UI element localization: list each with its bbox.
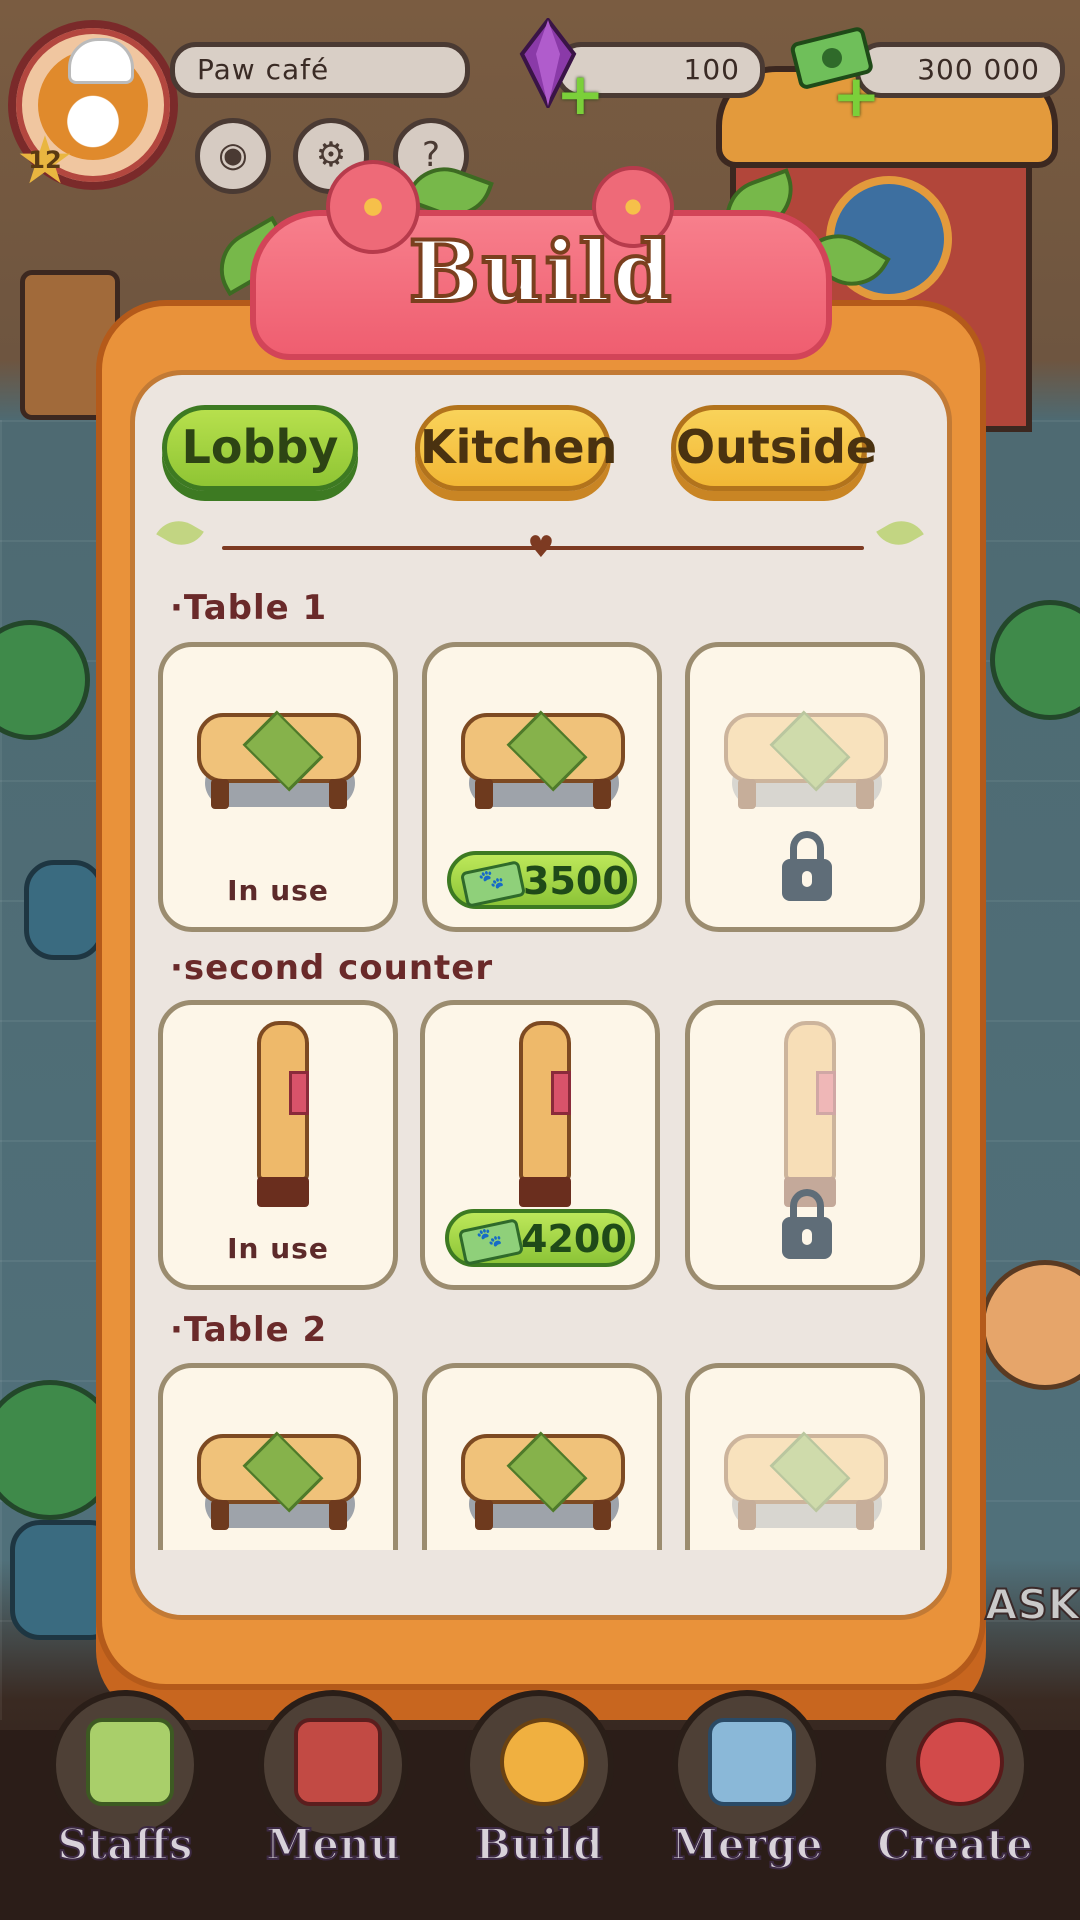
item-card-table2-1[interactable] (158, 1363, 398, 1550)
price-value: 3500 (523, 859, 629, 903)
tab-kitchen[interactable]: Kitchen (415, 405, 617, 491)
nav-menu-button[interactable] (258, 1690, 408, 1840)
gem-amount: 100 (683, 53, 740, 86)
cafe-name-bar[interactable]: Paw café (170, 42, 470, 98)
item-card-table1-locked[interactable] (685, 642, 925, 932)
player-level: 12 (28, 146, 62, 174)
in-use-label: In use (227, 1232, 329, 1265)
nav-merge-button[interactable] (672, 1690, 822, 1840)
nav-label-menu: Menu (265, 1819, 401, 1870)
mixing-bowl-icon (916, 1718, 1004, 1806)
buy-price-button[interactable]: 4200 (445, 1209, 635, 1267)
nav-label-create: Create (876, 1819, 1034, 1870)
table-icon (724, 710, 888, 823)
merge-cups-icon (708, 1718, 796, 1806)
camera-button[interactable]: ◉ (195, 118, 271, 194)
camera-icon: ◉ (218, 135, 248, 175)
section-title-table-1: ·Table 1 (170, 588, 328, 628)
cash-counter: 300 000 (855, 42, 1065, 98)
nav-staffs-button[interactable] (50, 1690, 200, 1840)
lock-icon (782, 831, 832, 901)
tab-outside[interactable]: Outside (671, 405, 877, 491)
nav-create-button[interactable] (880, 1690, 1030, 1840)
cash-bill-icon (459, 860, 527, 908)
nav-label-merge: Merge (670, 1819, 823, 1870)
chef-hat-icon (68, 38, 134, 84)
item-card-counter-owned[interactable]: In use (158, 1000, 398, 1290)
scroll-clip (150, 1355, 940, 1550)
section-title-table-2: ·Table 2 (170, 1310, 328, 1350)
menu-book-icon (294, 1718, 382, 1806)
counter-icon (253, 1021, 313, 1211)
lock-icon (782, 1189, 832, 1259)
vase-decor (24, 860, 104, 960)
buy-price-button[interactable]: 3500 (447, 851, 637, 909)
nav-build-button[interactable] (464, 1690, 614, 1840)
modal-title: Build (407, 220, 674, 323)
table-icon (461, 710, 625, 823)
build-shiba-icon (500, 1718, 588, 1806)
table-icon (724, 1431, 888, 1544)
heart-icon: ♥ (527, 530, 555, 565)
calendar-bunny-icon (86, 1718, 174, 1806)
table-icon (197, 710, 361, 823)
item-card-table1-owned[interactable]: In use (158, 642, 398, 932)
item-card-counter-locked[interactable] (685, 1000, 925, 1290)
nav-label-staffs: Staffs (56, 1819, 193, 1870)
nav-label-build: Build (474, 1819, 603, 1870)
item-card-counter-buy[interactable]: 4200 (420, 1000, 660, 1290)
section-title-second-counter: ·second counter (170, 948, 494, 988)
add-cash-icon[interactable]: + (832, 67, 881, 125)
table-icon (197, 1431, 361, 1544)
counter-icon (515, 1021, 575, 1211)
tab-lobby[interactable]: Lobby (162, 405, 358, 491)
price-value: 4200 (521, 1217, 627, 1261)
item-card-table1-buy[interactable]: 3500 (422, 642, 662, 932)
item-card-table2-3[interactable] (685, 1363, 925, 1550)
tasks-side-label[interactable]: ASKS (984, 1579, 1080, 1630)
add-gems-icon[interactable]: + (556, 65, 605, 123)
cash-bill-icon (457, 1218, 525, 1266)
cafe-name: Paw café (197, 53, 330, 86)
cash-amount: 300 000 (917, 53, 1040, 86)
item-card-table2-2[interactable] (422, 1363, 662, 1550)
gear-icon: ⚙ (315, 135, 347, 175)
table-icon (461, 1431, 625, 1544)
counter-icon (780, 1021, 840, 1211)
in-use-label: In use (227, 874, 329, 907)
